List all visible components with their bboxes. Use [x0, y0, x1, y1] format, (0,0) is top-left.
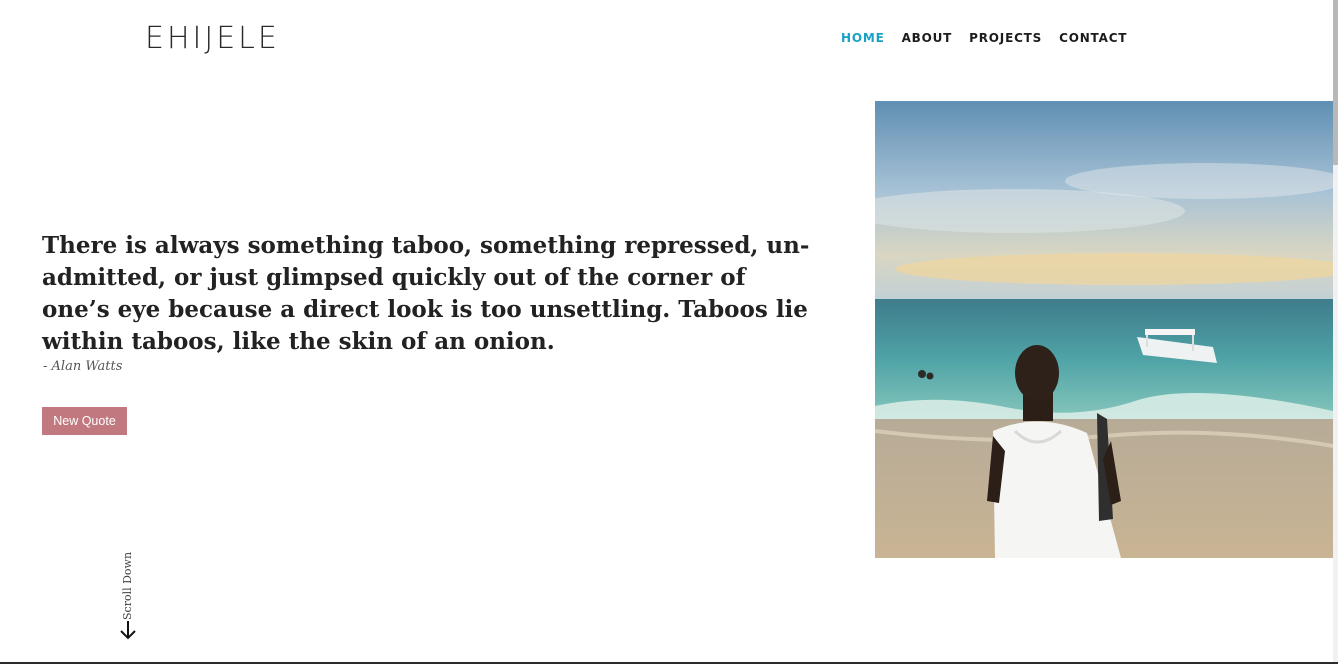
hero-photo: [875, 101, 1333, 558]
page-scrollbar[interactable]: [1333, 0, 1338, 664]
new-quote-button[interactable]: New Quote: [42, 407, 127, 435]
nav-about-link[interactable]: ABOUT: [902, 30, 953, 46]
scroll-down-link[interactable]: Scroll Down: [116, 548, 140, 640]
arrow-down-icon: [120, 621, 136, 640]
nav-contact-link[interactable]: CONTACT: [1059, 30, 1127, 46]
scrollbar-thumb[interactable]: [1333, 0, 1338, 165]
quote-text: There is always something taboo, somethi…: [42, 232, 810, 355]
main-nav: HOME ABOUT PROJECTS CONTACT: [841, 30, 1127, 46]
site-logo[interactable]: EHIJELE: [145, 22, 280, 56]
scroll-down-label: Scroll Down: [121, 551, 134, 620]
nav-home-link[interactable]: HOME: [841, 30, 885, 46]
quote-author: - Alan Watts: [43, 359, 123, 374]
nav-projects-link[interactable]: PROJECTS: [969, 30, 1042, 46]
